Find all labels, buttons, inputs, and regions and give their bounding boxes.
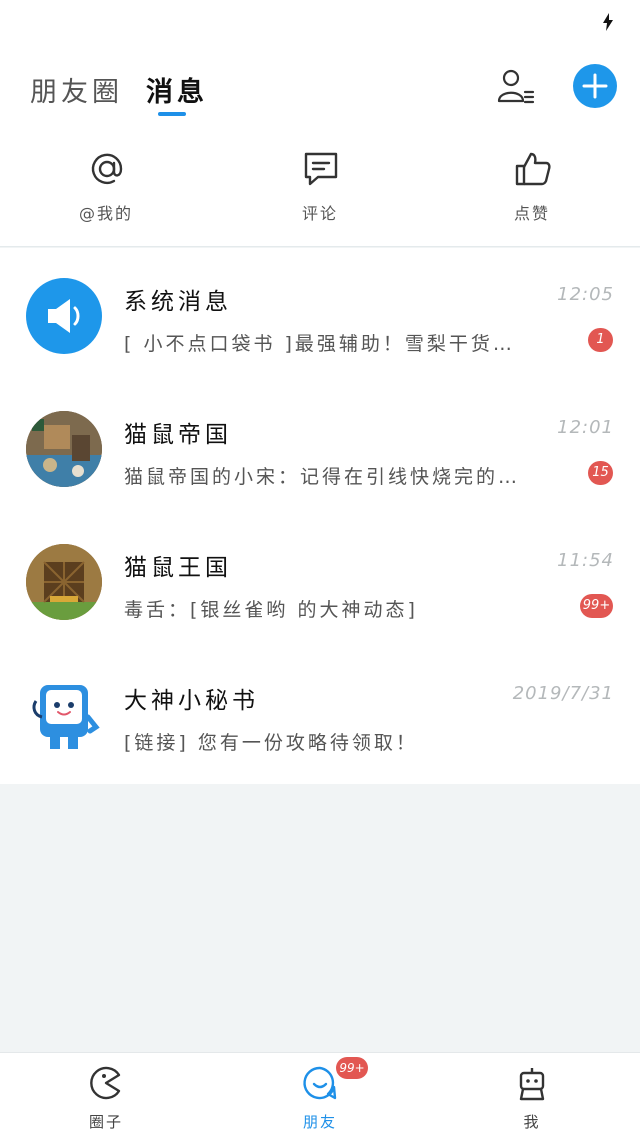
contacts-list-icon[interactable]: [496, 66, 536, 106]
bottom-navigation: 圈子 朋友 99+ 我: [0, 1052, 640, 1138]
mentions-button[interactable]: @我的: [46, 150, 166, 236]
add-button[interactable]: [573, 64, 617, 108]
conversation-time: 2019/7/31: [512, 683, 614, 704]
conversation-title: 猫鼠王国: [124, 555, 232, 581]
avatar: [26, 411, 102, 487]
robot-icon: [519, 1068, 545, 1101]
header: 朋友圈 消息: [0, 44, 640, 134]
conversation-list: 系统消息 12:05 [ 小不点口袋书 ]最强辅助！雪梨干货… 1 猫鼠帝国 1…: [0, 248, 640, 784]
robot-mascot-icon: [32, 685, 100, 749]
mentions-label: @我的: [78, 204, 133, 223]
active-tab-indicator: [158, 112, 186, 116]
pacman-icon: [90, 1066, 121, 1100]
nav-me-label: 我: [523, 1113, 541, 1131]
group-avatar-image: [26, 411, 102, 487]
plus-icon: [582, 73, 608, 99]
nav-me[interactable]: 我: [472, 1053, 592, 1138]
comments-button[interactable]: 评论: [260, 150, 380, 236]
at-icon: [91, 153, 123, 185]
speaker-icon: [48, 299, 80, 333]
smile-bubble-icon: [303, 1066, 337, 1100]
conversation-preview: 毒舌：[银丝雀哟 的大神动态]: [124, 599, 418, 621]
conversation-title: 大神小秘书: [124, 688, 259, 714]
avatar: [26, 278, 102, 354]
conversation-time: 12:05: [557, 284, 614, 305]
nav-friends-badge: 99+: [336, 1057, 368, 1079]
group-avatar-image: [26, 544, 102, 620]
unread-badge: 15: [588, 461, 613, 485]
list-item[interactable]: 猫鼠王国 11:54 毒舌：[银丝雀哟 的大神动态] 99+: [0, 514, 640, 648]
status-bar: [0, 0, 640, 44]
charging-icon: [603, 13, 613, 31]
comment-icon: [304, 152, 338, 186]
avatar: [26, 544, 102, 620]
list-item[interactable]: 猫鼠帝国 12:01 猫鼠帝国的小宋：记得在引线快烧完的… 15: [0, 381, 640, 515]
nav-circle-label: 圈子: [88, 1113, 123, 1131]
conversation-title: 系统消息: [124, 289, 232, 315]
comments-label: 评论: [301, 204, 338, 223]
tab-messages[interactable]: 消息: [146, 70, 208, 109]
tab-moments[interactable]: 朋友圈: [30, 70, 123, 109]
unread-badge: 99+: [580, 594, 613, 618]
thumbs-up-icon: [515, 152, 551, 186]
conversation-time: 12:01: [557, 417, 614, 438]
likes-label: 点赞: [513, 204, 550, 223]
conversation-time: 11:54: [557, 550, 614, 571]
nav-circle[interactable]: 圈子: [46, 1053, 166, 1138]
list-item[interactable]: 大神小秘书 2019/7/31 [链接] 您有一份攻略待领取！: [0, 647, 640, 781]
likes-button[interactable]: 点赞: [472, 150, 592, 236]
conversation-preview: [链接] 您有一份攻略待领取！: [124, 732, 418, 754]
unread-badge: 1: [588, 328, 613, 352]
conversation-title: 猫鼠帝国: [124, 422, 232, 448]
quick-actions: @我的 评论 点赞: [0, 134, 640, 247]
list-item[interactable]: 系统消息 12:05 [ 小不点口袋书 ]最强辅助！雪梨干货… 1: [0, 248, 640, 382]
avatar: [26, 677, 102, 753]
nav-friends-label: 朋友: [302, 1113, 337, 1131]
conversation-preview: [ 小不点口袋书 ]最强辅助！雪梨干货…: [124, 333, 515, 355]
conversation-preview: 猫鼠帝国的小宋：记得在引线快烧完的…: [124, 466, 521, 488]
